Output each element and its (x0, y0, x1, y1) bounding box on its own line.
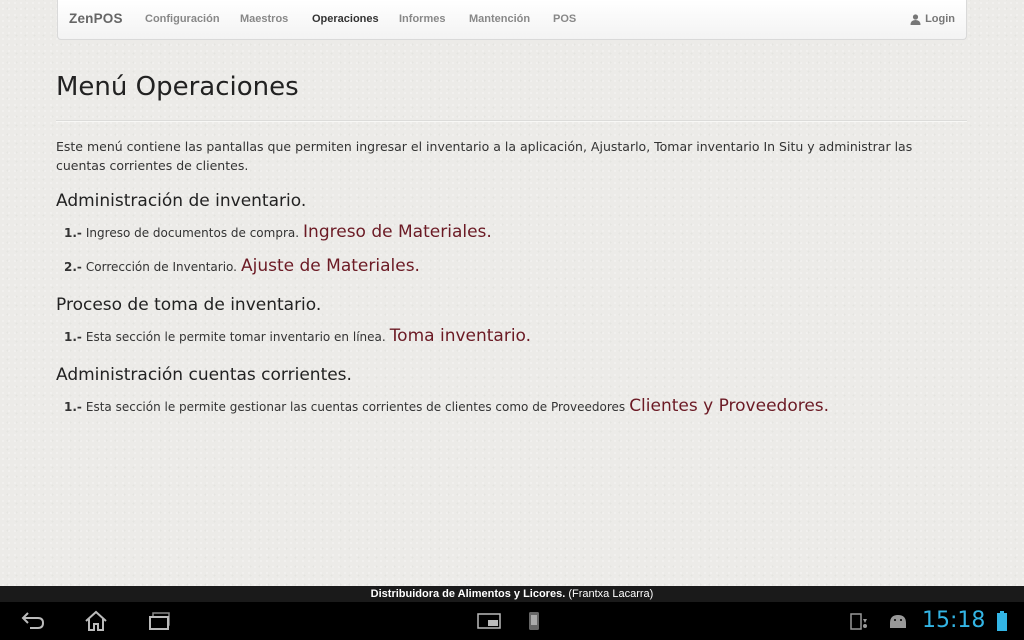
list-item: 2.- Corrección de Inventario. Ajuste de Ma… (64, 256, 420, 276)
battery-icon (997, 611, 1007, 631)
nav-item-operaciones[interactable]: Operaciones (312, 13, 379, 25)
intro-text: Este menú contiene las pantallas que per… (56, 139, 913, 173)
section-title-toma-inventario: Proceso de toma de inventario. (56, 295, 322, 315)
home-icon (85, 610, 107, 631)
section-title-inventario: Administración de inventario. (56, 191, 307, 211)
link-ingreso-materiales[interactable]: Ingreso de Materiales. (303, 222, 492, 242)
item-number: 1.- (64, 330, 82, 344)
android-icon (890, 615, 906, 628)
nav-item-configuracion[interactable]: Configuración (145, 13, 220, 25)
footer-company: Distribuidora de Alimentos y Licores. (370, 588, 566, 600)
item-description: Corrección de Inventario. (85, 260, 237, 274)
footer-user: (Frantxa Lacarra) (568, 588, 654, 600)
item-number: 1.- (64, 400, 82, 414)
list-item: 1.- Esta sección le permite gestionar las… (64, 396, 829, 416)
item-number: 1.- (64, 226, 82, 240)
login-link[interactable]: Login (910, 13, 955, 25)
home-button[interactable] (80, 608, 112, 634)
top-navbar: ZenPOS Configuración Maestros Operacione… (57, 0, 967, 40)
login-label: Login (925, 13, 955, 25)
nav-item-maestros[interactable]: Maestros (240, 13, 288, 25)
title-divider (56, 120, 967, 122)
user-icon (910, 13, 921, 25)
section-title-cuentas-corrientes: Administración cuentas corrientes. (56, 365, 352, 385)
footer-bar: Distribuidora de Alimentos y Licores. (F… (0, 586, 1024, 602)
phone-icon (529, 612, 539, 630)
page-title: Menú Operaciones (56, 72, 299, 102)
list-item: 1.- Ingreso de documentos de compra. Ingre… (64, 222, 492, 242)
item-description: Esta sección le permite gestionar las cu… (85, 400, 626, 414)
brand-logo[interactable]: ZenPOS (69, 11, 123, 26)
usb-debug-indicator (843, 608, 875, 634)
usb-debug-icon (850, 613, 867, 630)
item-description: Ingreso de documentos de compra. (85, 226, 300, 240)
link-clientes-proveedores[interactable]: Clientes y Proveedores. (629, 396, 829, 416)
list-item: 1.- Esta sección le permite tomar inventa… (64, 326, 531, 346)
back-button[interactable] (17, 608, 49, 634)
system-clock: 15:18 (922, 608, 986, 633)
phone-button[interactable] (518, 608, 550, 634)
recent-apps-icon (149, 612, 170, 630)
recent-apps-button[interactable] (144, 608, 176, 634)
item-number: 2.- (64, 260, 82, 274)
link-ajuste-materiales[interactable]: Ajuste de Materiales. (241, 256, 420, 276)
back-icon (21, 612, 45, 629)
nav-item-informes[interactable]: Informes (399, 13, 445, 25)
nav-item-mantencion[interactable]: Mantención (469, 13, 530, 25)
link-toma-inventario[interactable]: Toma inventario. (390, 326, 531, 346)
battery-indicator (992, 608, 1012, 634)
android-indicator (882, 608, 914, 634)
screenshot-button[interactable] (473, 608, 505, 634)
screenshot-icon (477, 613, 501, 629)
nav-item-pos[interactable]: POS (553, 13, 576, 25)
item-description: Esta sección le permite tomar inventario… (85, 330, 386, 344)
system-navigation-bar: 15:18 (0, 602, 1024, 640)
